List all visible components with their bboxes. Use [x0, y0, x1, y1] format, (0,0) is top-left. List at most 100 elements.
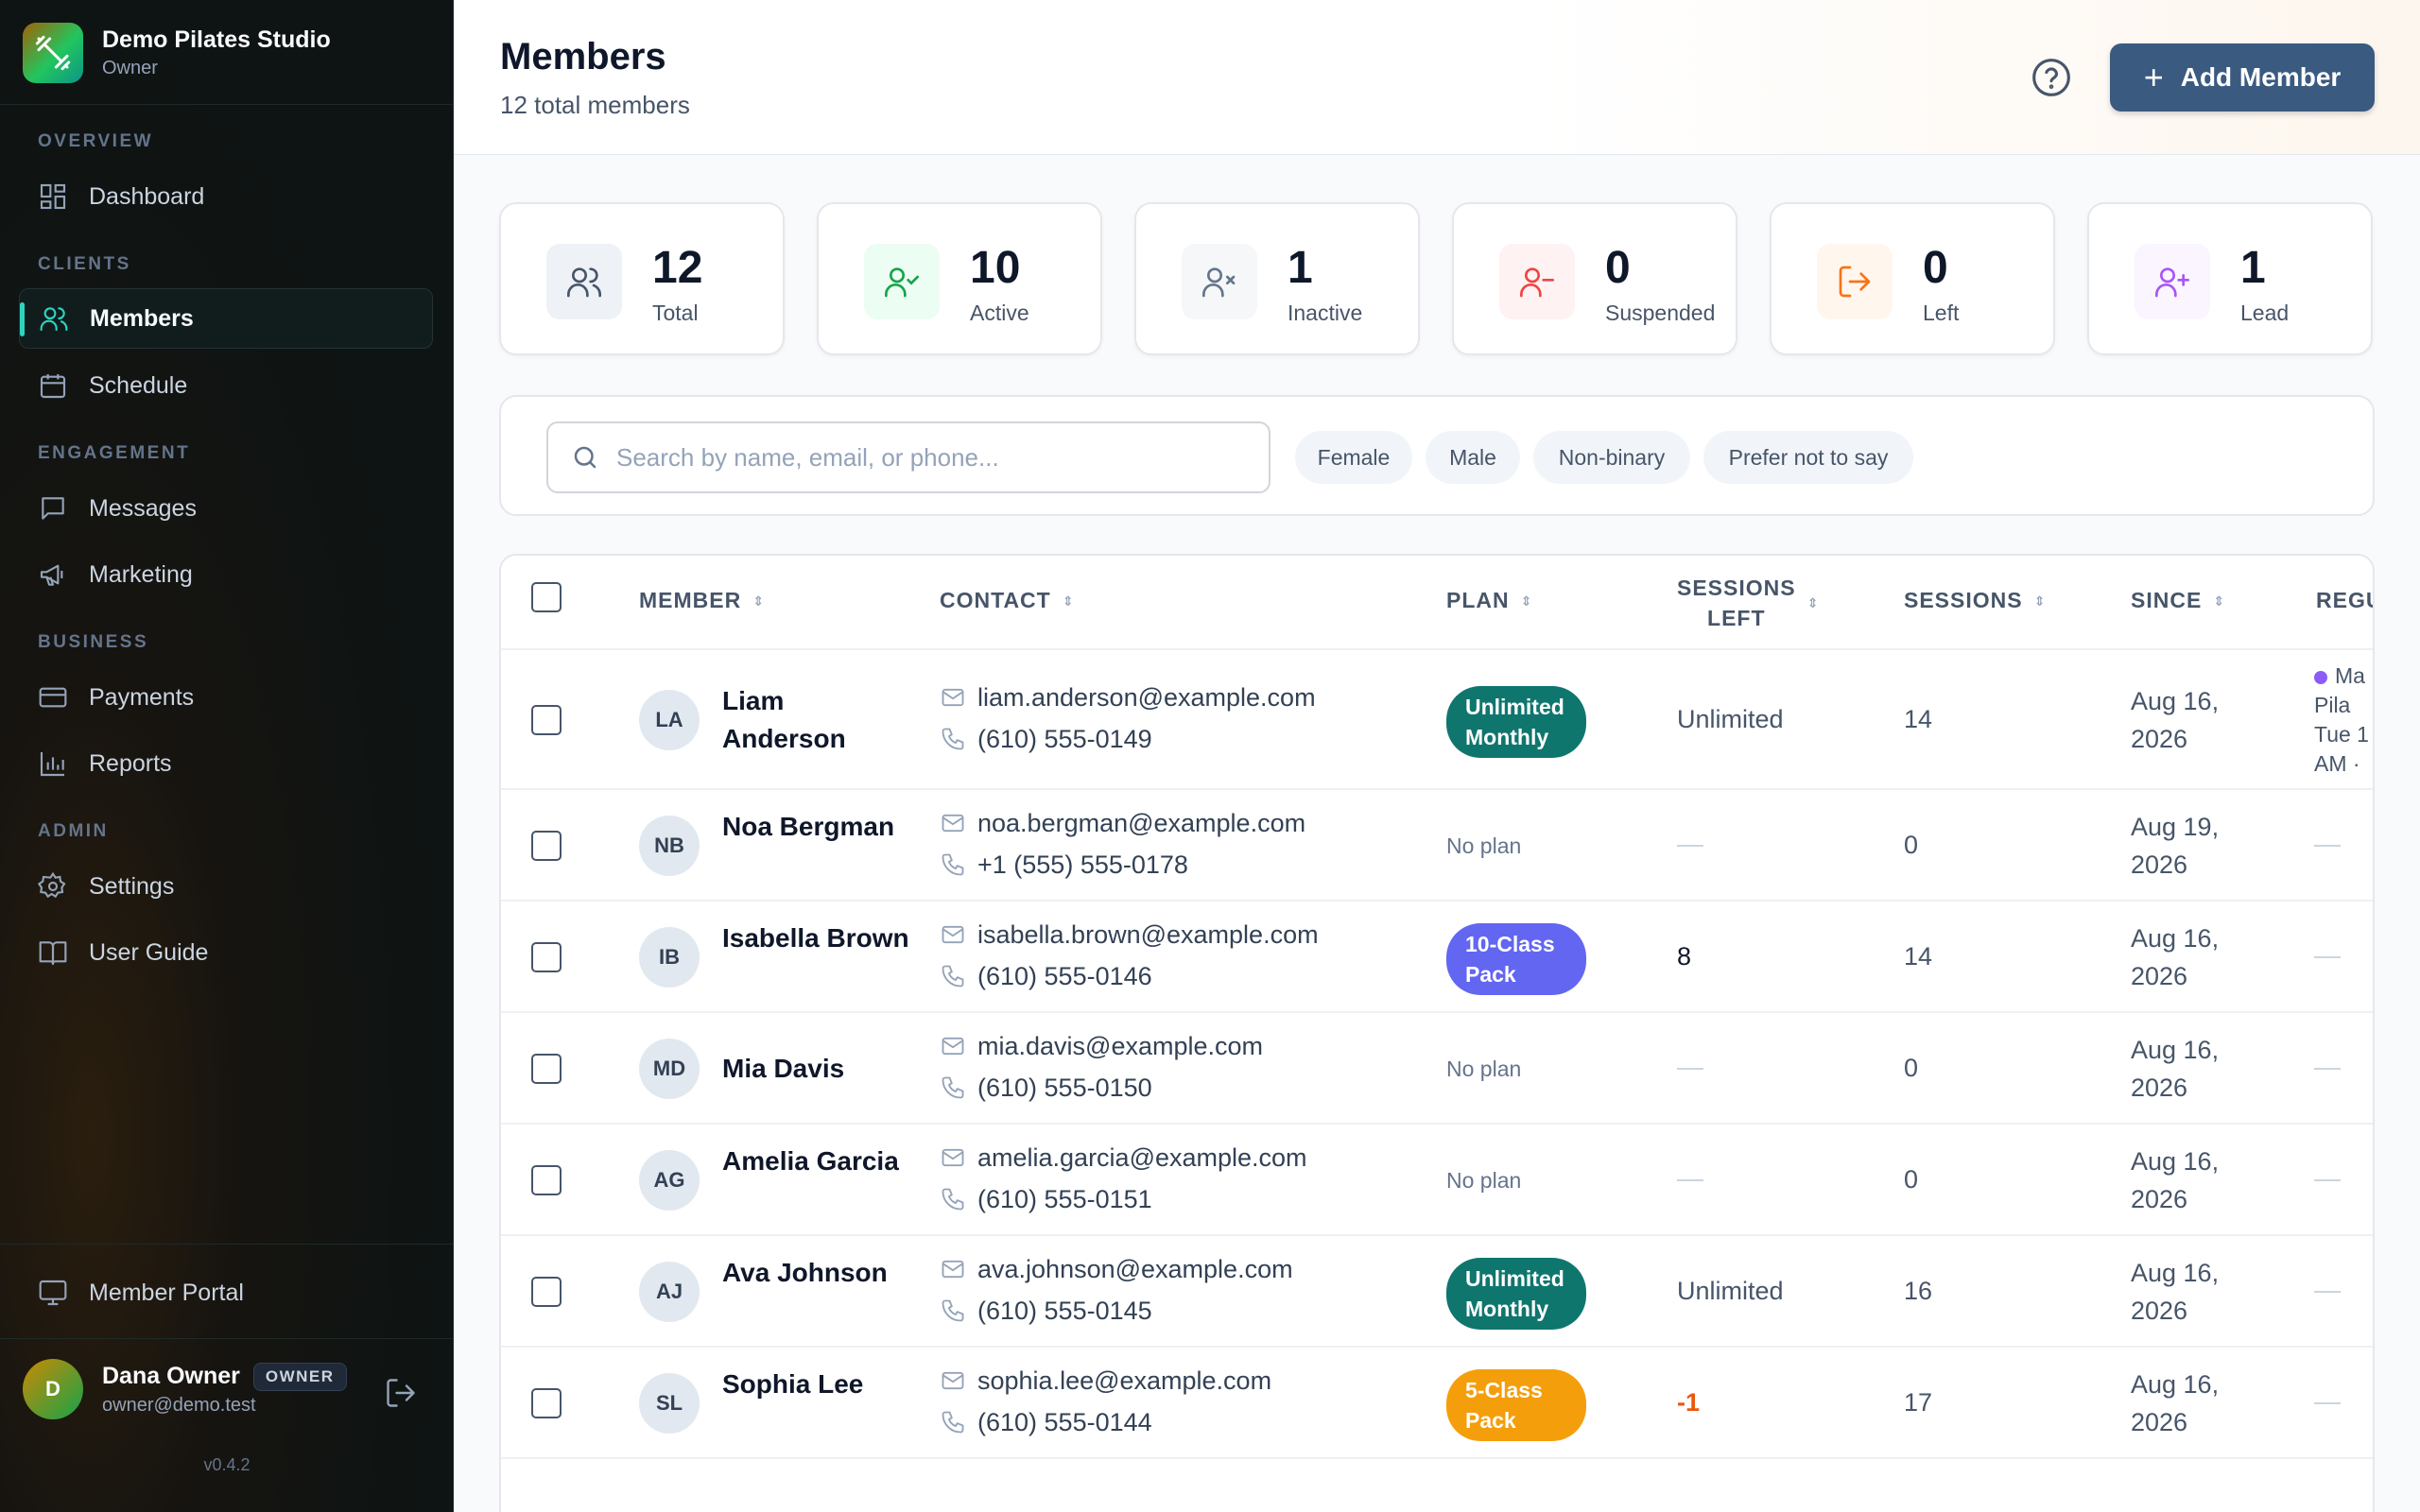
member-name[interactable]: Sophia Lee [722, 1366, 911, 1403]
plan-badge: 10-Class Pack [1446, 923, 1586, 995]
nav-item-label: Schedule [89, 371, 188, 399]
col-label: PLAN [1446, 588, 1510, 612]
col-header-regular[interactable]: REGU [2316, 588, 2373, 613]
row-checkbox[interactable] [531, 1165, 562, 1195]
member-name[interactable]: Ava Johnson [722, 1254, 911, 1292]
studio-brand[interactable]: Demo Pilates Studio Owner [23, 23, 331, 83]
contact-cell: noa.bergman@example.com +1 (555) 555-017… [940, 802, 1305, 885]
nav-item-marketing[interactable]: Marketing [19, 544, 433, 605]
nav-item-schedule[interactable]: Schedule [19, 355, 433, 416]
stat-card-active[interactable]: 10 Active [817, 202, 1102, 355]
studio-role: Owner [102, 58, 158, 78]
stat-card-inactive[interactable]: 1 Inactive [1134, 202, 1420, 355]
avatar: AJ [639, 1262, 700, 1322]
member-phone[interactable]: (610) 555-0146 [977, 962, 1152, 991]
nav-item-dashboard[interactable]: Dashboard [19, 166, 433, 227]
stat-card-left[interactable]: 0 Left [1770, 202, 2055, 355]
member-since: Aug 16, 2026 [2131, 1147, 2220, 1213]
member-phone[interactable]: (610) 555-0145 [977, 1297, 1152, 1326]
stat-card-lead[interactable]: 1 Lead [2087, 202, 2373, 355]
logout-icon[interactable] [384, 1376, 418, 1410]
col-header-since[interactable]: SINCE ⇕ [2131, 588, 2225, 613]
member-phone[interactable]: (610) 555-0144 [977, 1408, 1152, 1437]
table-row[interactable]: AJ Ava Johnson ava.johnson@example.com (… [501, 1236, 2373, 1348]
row-checkbox[interactable] [531, 942, 562, 972]
nav-item-reports[interactable]: Reports [19, 733, 433, 794]
col-header-contact[interactable]: CONTACT ⇕ [940, 588, 1074, 613]
nav-item-member-portal[interactable]: Member Portal [19, 1263, 433, 1323]
member-name[interactable]: Isabella Brown [722, 919, 911, 957]
nav-item-user-guide[interactable]: User Guide [19, 922, 433, 983]
nav-item-payments[interactable]: Payments [19, 667, 433, 728]
current-user[interactable]: D Dana Owner OWNER owner@demo.test [23, 1359, 347, 1419]
row-checkbox[interactable] [531, 705, 562, 735]
add-member-label: Add Member [2180, 62, 2342, 92]
member-name[interactable]: Amelia Garcia [722, 1143, 911, 1180]
session-count: 0 [1904, 1054, 1919, 1082]
row-checkbox[interactable] [531, 1388, 562, 1418]
member-phone[interactable]: (610) 555-0151 [977, 1185, 1152, 1214]
nav-item-settings[interactable]: Settings [19, 856, 433, 917]
col-label: MEMBER [639, 588, 742, 612]
help-icon[interactable] [2031, 57, 2072, 98]
col-header-sessions-left[interactable]: SESSIONS LEFT ⇕ [1677, 573, 1819, 633]
col-label: SINCE [2131, 588, 2203, 612]
table-row[interactable]: SL Sophia Lee sophia.lee@example.com (61… [501, 1348, 2373, 1459]
chip-female[interactable]: Female [1295, 431, 1412, 484]
empty-dash [2314, 1402, 2341, 1404]
stat-card-suspended[interactable]: 0 Suspended [1452, 202, 1737, 355]
row-checkbox[interactable] [531, 1277, 562, 1307]
member-email[interactable]: ava.johnson@example.com [977, 1255, 1293, 1284]
table-row[interactable]: MD Mia Davis mia.davis@example.com (610)… [501, 1013, 2373, 1125]
nav-item-messages[interactable]: Messages [19, 478, 433, 539]
sessions-left: Unlimited [1677, 1277, 1784, 1305]
table-row[interactable]: AG Amelia Garcia amelia.garcia@example.c… [501, 1125, 2373, 1236]
table-row[interactable]: LA Liam Anderson liam.anderson@example.c… [501, 650, 2373, 790]
row-checkbox[interactable] [531, 831, 562, 861]
member-phone[interactable]: (610) 555-0150 [977, 1074, 1152, 1103]
stat-value: 12 [652, 243, 703, 293]
user-email: owner@demo.test [102, 1394, 256, 1416]
contact-cell: sophia.lee@example.com (610) 555-0144 [940, 1360, 1271, 1443]
chip-prefer-not-to-say[interactable]: Prefer not to say [1703, 431, 1913, 484]
member-phone[interactable]: (610) 555-0149 [977, 725, 1152, 754]
member-email[interactable]: isabella.brown@example.com [977, 920, 1319, 950]
select-all-checkbox[interactable] [531, 582, 562, 612]
col-header-member[interactable]: MEMBER ⇕ [639, 588, 765, 613]
no-plan-label: No plan [1446, 1057, 1522, 1081]
chip-male[interactable]: Male [1426, 431, 1520, 484]
role-badge: OWNER [252, 1362, 347, 1391]
member-email[interactable]: sophia.lee@example.com [977, 1366, 1271, 1396]
table-row[interactable]: IB Isabella Brown isabella.brown@example… [501, 902, 2373, 1013]
row-checkbox[interactable] [531, 1054, 562, 1084]
col-header-plan[interactable]: PLAN ⇕ [1446, 588, 1532, 613]
member-since: Aug 16, 2026 [2131, 1036, 2220, 1102]
phone-icon [942, 728, 964, 750]
message-icon [42, 497, 64, 520]
table-row[interactable]: NB Noa Bergman noa.bergman@example.com +… [501, 790, 2373, 902]
search-field[interactable] [546, 421, 1270, 493]
mail-icon [942, 1260, 964, 1279]
member-phone[interactable]: +1 (555) 555-0178 [977, 850, 1188, 880]
member-email[interactable]: mia.davis@example.com [977, 1032, 1263, 1061]
member-email[interactable]: liam.anderson@example.com [977, 683, 1316, 713]
stat-card-total[interactable]: 12 Total [499, 202, 785, 355]
stat-label: Suspended [1605, 301, 1716, 325]
member-name[interactable]: Liam Anderson [722, 682, 911, 758]
member-email[interactable]: noa.bergman@example.com [977, 809, 1305, 838]
stat-label: Lead [2240, 301, 2290, 325]
member-name[interactable]: Noa Bergman [722, 808, 911, 846]
member-name[interactable]: Mia Davis [722, 1050, 911, 1088]
chip-non-binary[interactable]: Non-binary [1533, 431, 1690, 484]
nav-item-label: Marketing [89, 560, 193, 588]
bar-chart-icon [40, 752, 64, 777]
col-label: LEFT [1707, 606, 1766, 630]
credit-card-icon [39, 687, 67, 708]
search-input[interactable] [616, 442, 1259, 472]
nav-item-members[interactable]: Members [19, 288, 433, 349]
member-email[interactable]: amelia.garcia@example.com [977, 1143, 1307, 1173]
col-label: CONTACT [940, 588, 1051, 612]
add-member-button[interactable]: + Add Member [2110, 43, 2375, 112]
phone-icon [942, 1076, 964, 1099]
col-header-sessions[interactable]: SESSIONS ⇕ [1904, 588, 2046, 613]
